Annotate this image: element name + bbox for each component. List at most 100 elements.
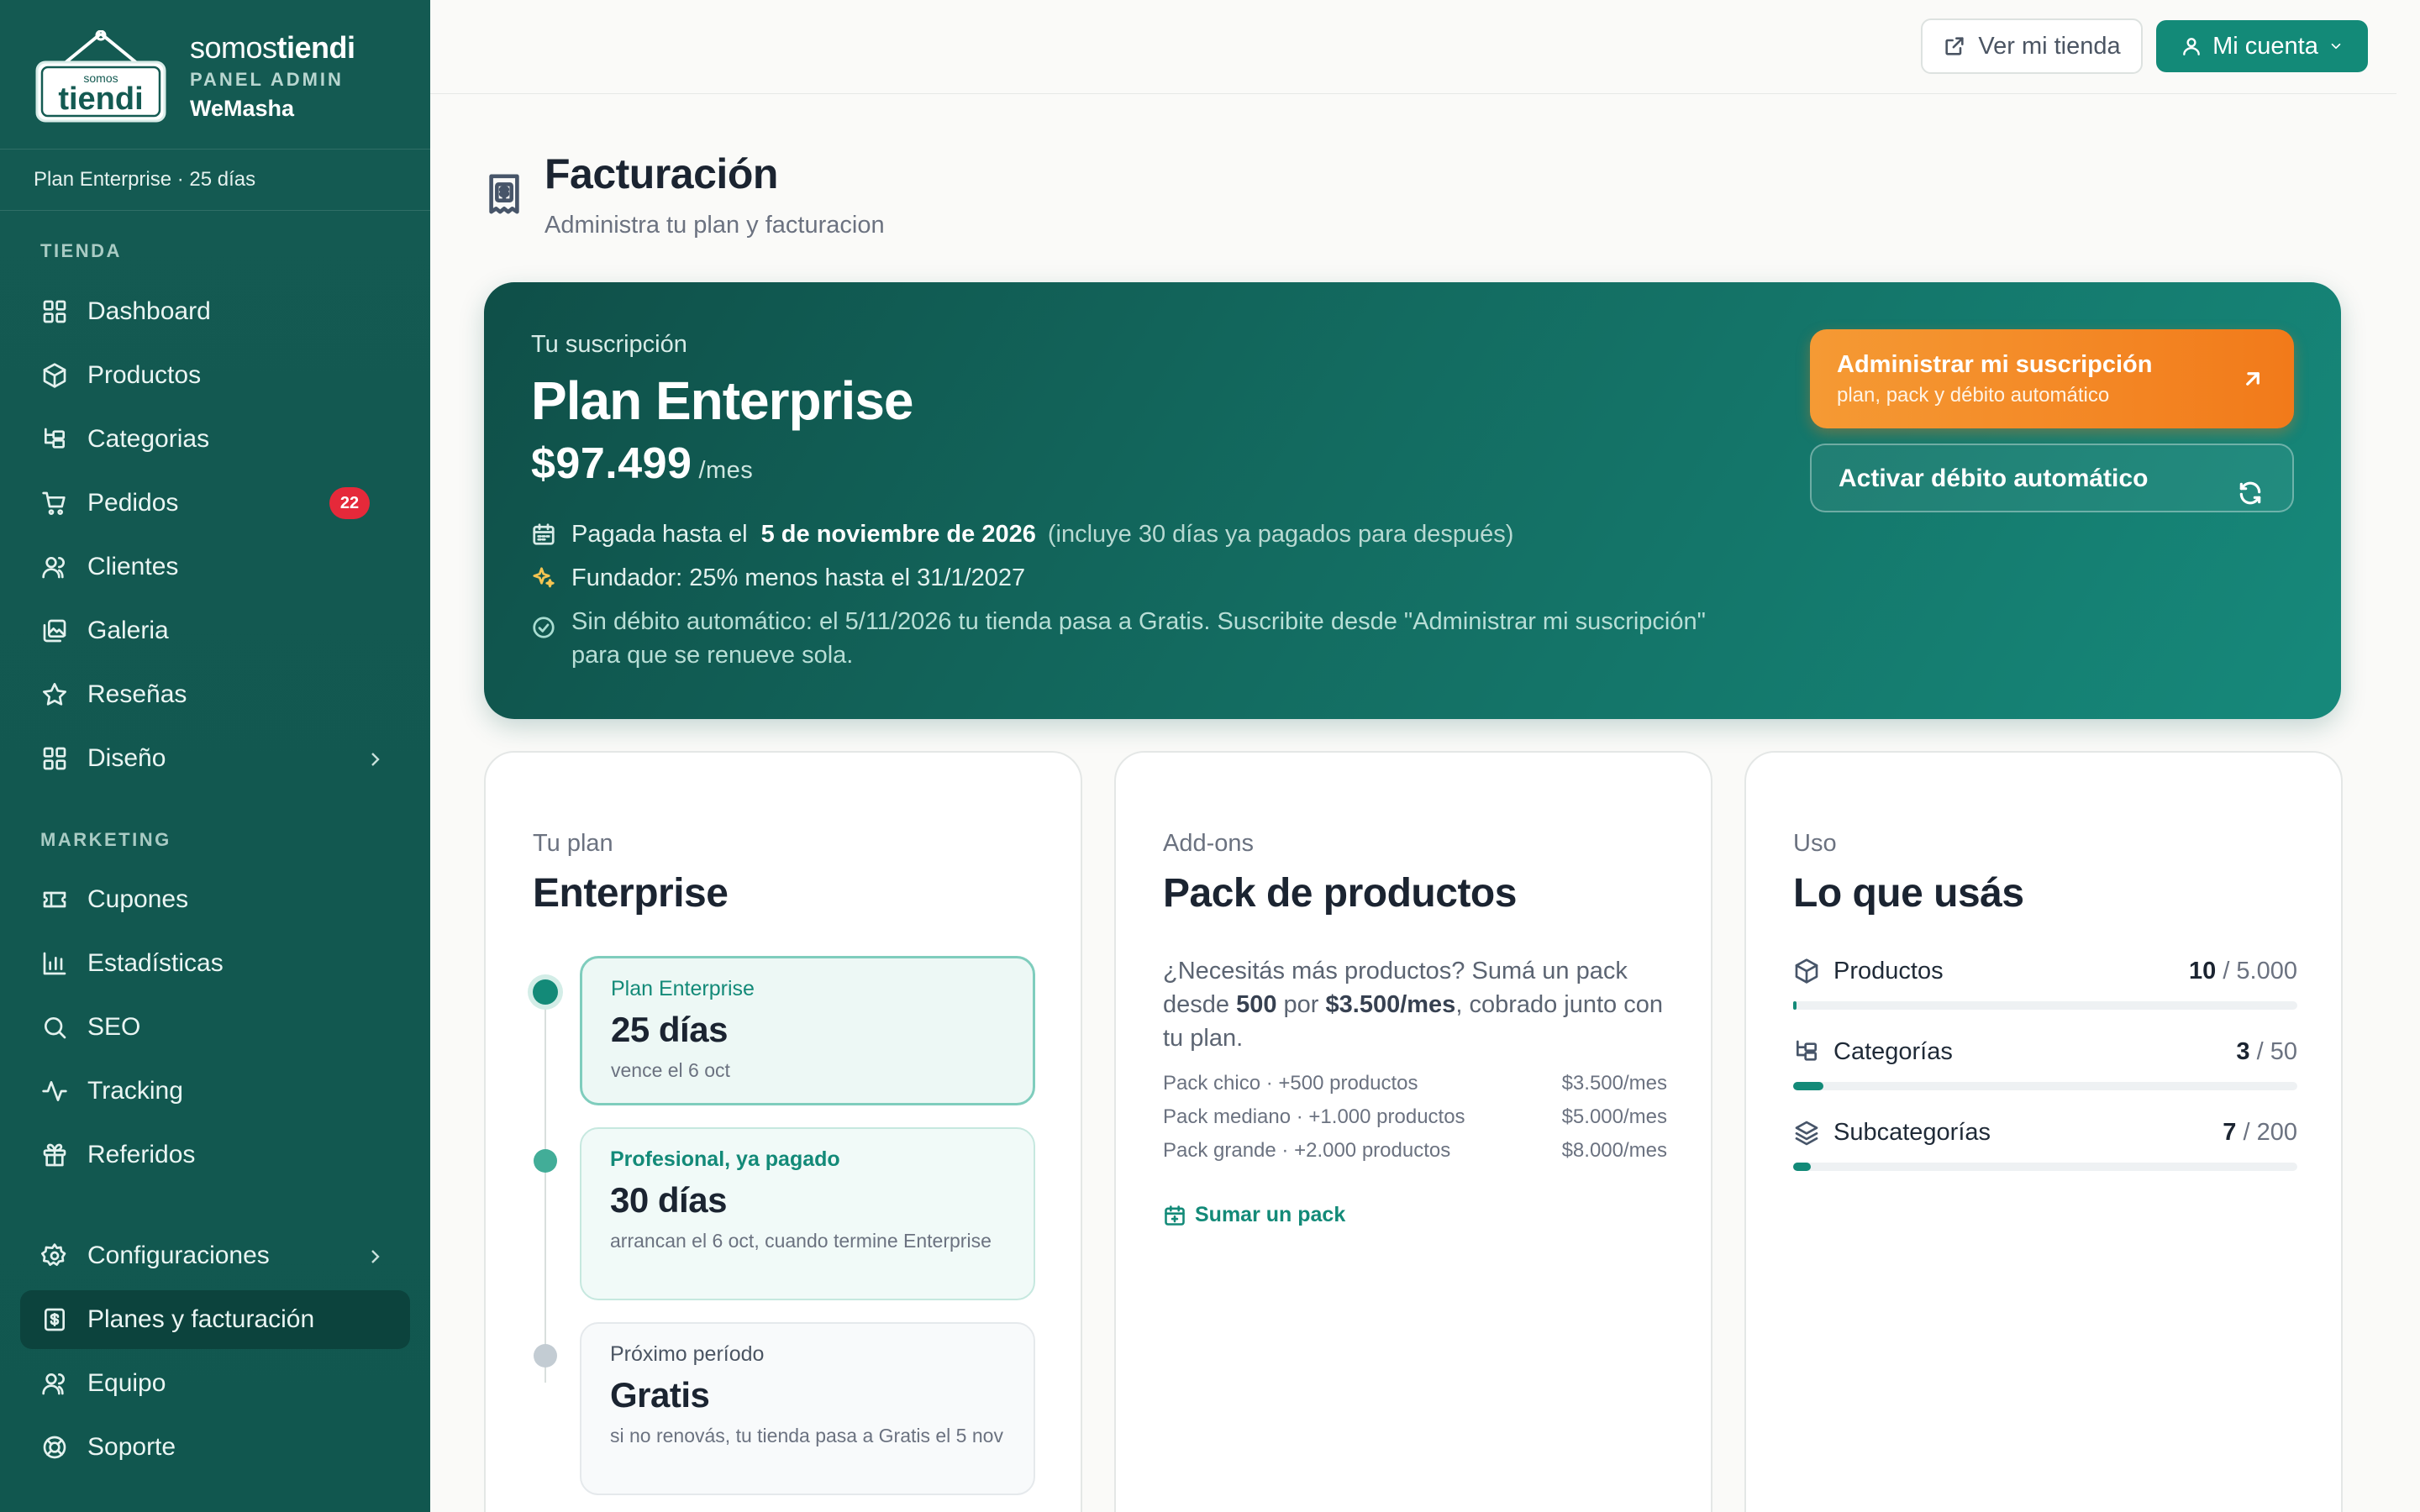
brand[interactable]: somos tiendi somostiendi PANEL ADMIN WeM… (34, 25, 403, 126)
svg-text:tiendi: tiendi (58, 81, 143, 117)
sparkles-icon (531, 565, 556, 591)
view-store-button[interactable]: Ver mi tienda (1921, 18, 2143, 74)
team-icon (40, 1369, 69, 1398)
calendar-plus-icon (1165, 1205, 1185, 1226)
arrow-up-right-icon (2240, 366, 2265, 391)
sidebar-item-label: Clientes (87, 553, 179, 580)
activate-auto-debit-button[interactable]: Activar débito automático (1810, 444, 2294, 512)
sidebar-item-label: Pedidos (87, 489, 179, 517)
sidebar-item-categorias[interactable]: Categorias (20, 410, 410, 469)
sidebar-item-galeria[interactable]: Galeria (20, 601, 410, 660)
grid-icon (40, 297, 69, 326)
page-subtitle: Administra tu plan y facturacion (544, 212, 885, 239)
pack-price: $5.000/mes (1561, 1105, 1667, 1128)
sidebar-item-label: Planes y facturación (87, 1305, 315, 1333)
manage-subscription-sublabel: plan, pack y débito automático (1837, 384, 2110, 407)
sidebar-item-label: Estadísticas (87, 949, 224, 977)
sidebar-item-cupones[interactable]: Cupones (20, 870, 410, 929)
plan-card-title: Enterprise (533, 871, 729, 916)
sidebar-item-label: Reseñas (87, 680, 187, 708)
gear-icon (40, 1242, 69, 1270)
pack-row: Pack chico · +500 productos $3.500/mes (1163, 1072, 1667, 1095)
pack-name: Pack grande · +2.000 productos (1163, 1139, 1451, 1162)
hero-price: $97.499/mes (531, 439, 754, 488)
add-pack-label: Sumar un pack (1195, 1203, 1346, 1226)
user-icon (2183, 38, 2200, 55)
sidebar-item-referidos[interactable]: Referidos (20, 1126, 410, 1184)
usage-progress-track (1793, 1163, 2297, 1171)
sidebar-item-label: Equipo (87, 1369, 166, 1397)
layers-icon (1793, 1119, 1820, 1146)
sidebar-item-productos[interactable]: Productos (20, 346, 410, 405)
receipt-icon (486, 173, 523, 215)
usage-label: Productos (1833, 958, 1944, 984)
sidebar-item-soporte[interactable]: Soporte (20, 1418, 410, 1477)
usage-progress-fill (1793, 1163, 1811, 1171)
sidebar-item-equipo[interactable]: Equipo (20, 1354, 410, 1413)
plan-strip[interactable]: Plan Enterprise · 25 días (0, 149, 430, 211)
period-next: Próximo período Gratis si no renovás, tu… (580, 1322, 1035, 1495)
paid-until-line: Pagada hasta el 5 de noviembre de 2026 (in… (531, 517, 1513, 551)
sidebar-item-label: Dashboard (87, 297, 211, 325)
period-duration: 25 días (611, 1010, 728, 1049)
brand-panel-label: PANEL ADMIN (190, 69, 344, 90)
period-label: Plan Enterprise (611, 977, 755, 1000)
sidebar-item-seo[interactable]: SEO (20, 998, 410, 1057)
topbar: Ver mi tienda Mi cuenta (430, 0, 2396, 94)
layout-icon (40, 744, 69, 773)
hero-plan-name: Plan Enterprise (531, 370, 913, 431)
manage-subscription-button[interactable]: Administrar mi suscripción plan, pack y … (1810, 329, 2294, 428)
add-pack-link[interactable]: Sumar un pack (1163, 1203, 1345, 1227)
chevron-down-icon (2331, 43, 2341, 50)
sidebar-item-label: SEO (87, 1013, 141, 1041)
sidebar-item-pedidos[interactable]: Pedidos 22 (20, 474, 410, 533)
search-icon (40, 1013, 69, 1042)
usage-card: Uso Lo que usás Productos 10 / 5.000 Cat… (1744, 751, 2343, 1512)
period-note: vence el 6 oct (611, 1059, 730, 1081)
sidebar-item-diseno[interactable]: Diseño (20, 729, 410, 788)
activate-auto-debit-label: Activar débito automático (1839, 465, 2149, 492)
timeline-dot-next (534, 1344, 557, 1368)
brand-logo: somos tiendi (34, 29, 168, 124)
sidebar-item-tracking[interactable]: Tracking (20, 1062, 410, 1121)
sidebar-item-configuraciones[interactable]: Configuraciones (20, 1226, 410, 1285)
sidebar-item-label: Referidos (87, 1141, 196, 1168)
hero-kicker: Tu suscripción (531, 331, 687, 358)
account-menu-button[interactable]: Mi cuenta (2156, 20, 2368, 72)
sidebar-item-estadisticas[interactable]: Estadísticas (20, 934, 410, 993)
period-paid: Profesional, ya pagado 30 días arrancan … (580, 1127, 1035, 1300)
timeline-dot-paid (534, 1149, 557, 1173)
usage-row-products: Productos 10 / 5.000 (1793, 958, 2297, 1010)
chevron-right-icon (365, 1245, 385, 1265)
sidebar-item-label: Configuraciones (87, 1242, 270, 1269)
users-icon (40, 553, 69, 581)
sidebar-item-label: Tracking (87, 1077, 183, 1105)
external-link-icon (1945, 37, 1964, 55)
refresh-icon (2237, 465, 2264, 505)
pack-name: Pack chico · +500 productos (1163, 1072, 1418, 1095)
lifebuoy-icon (40, 1433, 69, 1462)
timeline-dot-current (533, 979, 558, 1005)
star-icon (40, 680, 69, 709)
sidebar-item-label: Diseño (87, 744, 166, 772)
usage-label: Subcategorías (1833, 1119, 1991, 1146)
usage-card-title: Lo que usás (1793, 871, 2024, 916)
nav-section-marketing: MARKETING (40, 829, 171, 850)
pack-price: $3.500/mes (1561, 1072, 1667, 1095)
pack-row: Pack mediano · +1.000 productos $5.000/m… (1163, 1105, 1667, 1129)
activity-icon (40, 1077, 69, 1105)
pack-name: Pack mediano · +1.000 productos (1163, 1105, 1465, 1128)
nav-section-store: TIENDA (40, 240, 122, 261)
founder-line: Fundador: 25% menos hasta el 31/1/2027 (531, 561, 1025, 595)
sidebar-item-planes-facturacion[interactable]: Planes y facturación (20, 1290, 410, 1349)
pack-row: Pack grande · +2.000 productos $8.000/me… (1163, 1139, 1667, 1163)
sidebar-item-clientes[interactable]: Clientes (20, 538, 410, 596)
sidebar-item-resenas[interactable]: Reseñas (20, 665, 410, 724)
usage-progress-track (1793, 1082, 2297, 1090)
usage-label: Categorías (1833, 1038, 1953, 1065)
check-circle-icon (531, 615, 556, 640)
sidebar-item-label: Categorias (87, 425, 210, 453)
plan-card-kicker: Tu plan (533, 830, 613, 857)
sidebar-item-label: Productos (87, 361, 202, 389)
sidebar-item-dashboard[interactable]: Dashboard (20, 282, 410, 341)
